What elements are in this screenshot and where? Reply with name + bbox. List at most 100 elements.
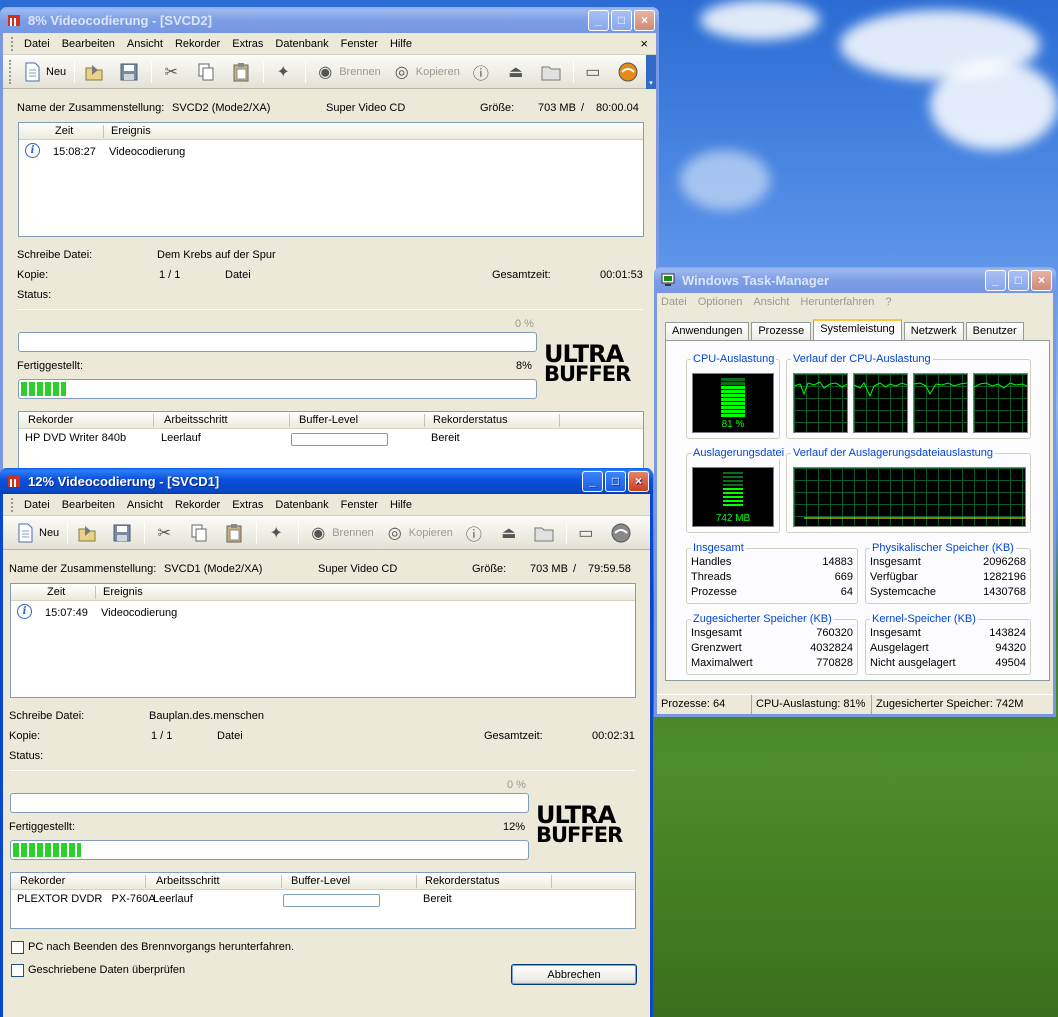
menu-bearbeiten[interactable]: Bearbeiten — [58, 499, 123, 511]
menu-bearbeiten[interactable]: Bearbeiten — [58, 38, 123, 50]
copy-disc-button[interactable]: ◎ Kopieren — [379, 519, 458, 547]
menu-extras[interactable]: Extras — [228, 499, 271, 511]
menu-datenbank[interactable]: Datenbank — [271, 499, 336, 511]
menu-datei[interactable]: Datei — [20, 38, 58, 50]
new-button[interactable]: Neu — [9, 519, 64, 547]
close-button[interactable]: × — [634, 9, 655, 31]
titlebar[interactable]: Windows Task-Manager _ □ × — [654, 267, 1056, 293]
cancel-button[interactable]: Abbrechen — [511, 964, 637, 985]
done-label: Fertiggestellt: — [17, 360, 84, 372]
column-header-time[interactable]: Zeit — [47, 586, 65, 598]
tab-benutzer[interactable]: Benutzer — [965, 322, 1024, 341]
cut-button[interactable]: ✂ — [155, 58, 190, 86]
burn-button[interactable]: ◉ Brennen — [309, 58, 386, 86]
recorder-button[interactable]: ▭ — [570, 519, 605, 547]
menu-rekorder[interactable]: Rekorder — [171, 499, 228, 511]
menu-datenbank[interactable]: Datenbank — [271, 38, 336, 50]
toolbar-overflow-chevron[interactable]: ▾ — [646, 55, 656, 89]
event-log-list[interactable]: Zeit Ereignis i 15:08:27 Videocodierung — [18, 122, 644, 237]
cpu-history-graph — [793, 373, 848, 433]
paste-button[interactable] — [225, 58, 260, 86]
tab-netzwerk[interactable]: Netzwerk — [903, 322, 964, 341]
event-log-list[interactable]: Zeit Ereignis i 15:07:49 Videocodierung — [10, 583, 636, 698]
minimize-button[interactable]: _ — [985, 269, 1006, 291]
info-button[interactable]: ⓘ — [465, 58, 500, 86]
menu-ansicht[interactable]: Ansicht — [753, 296, 789, 308]
mdi-close-icon[interactable]: × — [640, 36, 648, 51]
menubar-grip[interactable] — [11, 497, 14, 512]
tab-anwendungen[interactable]: Anwendungen — [665, 322, 750, 341]
menu-extras[interactable]: Extras — [228, 38, 271, 50]
menu-fenster[interactable]: Fenster — [337, 38, 386, 50]
column-header-recorder-status[interactable]: Rekorderstatus — [425, 875, 500, 887]
stat-label: Handles — [691, 556, 732, 568]
maximize-button[interactable]: □ — [605, 470, 626, 492]
info-button[interactable]: ⓘ — [458, 519, 493, 547]
menu-hilfe[interactable]: Hilfe — [386, 499, 420, 511]
titlebar[interactable]: 8% Videocodierung - [SVCD2] _ □ × — [0, 7, 659, 33]
menu-fenster[interactable]: Fenster — [337, 499, 386, 511]
open-folder-button[interactable] — [535, 58, 570, 86]
wizard-button[interactable]: ✦ — [267, 58, 302, 86]
column-header-recorder[interactable]: Rekorder — [20, 875, 65, 887]
column-header-step[interactable]: Arbeitsschritt — [164, 414, 228, 426]
column-header-time[interactable]: Zeit — [55, 125, 73, 137]
window-title: Windows Task-Manager — [682, 272, 829, 288]
burn-button[interactable]: ◉ Brennen — [302, 519, 379, 547]
maximize-button[interactable]: □ — [611, 9, 632, 31]
copy-disc-button[interactable]: ◎ Kopieren — [386, 58, 465, 86]
open-button[interactable] — [78, 58, 113, 86]
titlebar[interactable]: 12% Videocodierung - [SVCD1] _ □ × — [0, 468, 653, 494]
copy-button[interactable] — [190, 58, 225, 86]
eject-button[interactable]: ⏏ — [500, 58, 535, 86]
nero-button[interactable] — [612, 58, 647, 86]
menu-help[interactable]: ? — [885, 296, 891, 308]
menubar-grip[interactable] — [11, 36, 14, 51]
column-header-recorder-status[interactable]: Rekorderstatus — [433, 414, 508, 426]
log-row[interactable]: i — [17, 604, 32, 619]
log-row[interactable]: i — [25, 143, 40, 158]
menu-ansicht[interactable]: Ansicht — [123, 499, 171, 511]
shutdown-checkbox-label[interactable]: PC nach Beenden des Brennvorgangs herunt… — [28, 941, 294, 953]
eject-button[interactable]: ⏏ — [493, 519, 528, 547]
tab-systemleistung[interactable]: Systemleistung — [813, 319, 902, 341]
copy-button[interactable] — [183, 519, 218, 547]
maximize-button[interactable]: □ — [1008, 269, 1029, 291]
save-button[interactable] — [113, 58, 148, 86]
column-header-buffer[interactable]: Buffer-Level — [291, 875, 350, 887]
menu-herunterfahren[interactable]: Herunterfahren — [800, 296, 874, 308]
paste-button[interactable] — [218, 519, 253, 547]
recorder-button[interactable]: ▭ — [577, 58, 612, 86]
open-button[interactable] — [71, 519, 106, 547]
nero-button[interactable] — [605, 519, 640, 547]
new-button[interactable]: Neu — [16, 58, 71, 86]
minimize-button[interactable]: _ — [588, 9, 609, 31]
close-button[interactable]: × — [628, 470, 649, 492]
column-header-event[interactable]: Ereignis — [111, 125, 151, 137]
column-header-buffer[interactable]: Buffer-Level — [299, 414, 358, 426]
open-folder-button[interactable] — [528, 519, 563, 547]
column-header-step[interactable]: Arbeitsschritt — [156, 875, 220, 887]
wizard-button[interactable]: ✦ — [260, 519, 295, 547]
menu-hilfe[interactable]: Hilfe — [386, 38, 420, 50]
shutdown-checkbox[interactable] — [11, 941, 24, 954]
recorder-list[interactable]: Rekorder Arbeitsschritt Buffer-Level Rek… — [18, 411, 644, 474]
column-header-recorder[interactable]: Rekorder — [28, 414, 73, 426]
cut-button[interactable]: ✂ — [148, 519, 183, 547]
tab-prozesse[interactable]: Prozesse — [751, 322, 812, 341]
verify-checkbox-label[interactable]: Geschriebene Daten überprüfen — [28, 964, 185, 976]
column-header-event[interactable]: Ereignis — [103, 586, 143, 598]
verify-checkbox[interactable] — [11, 964, 24, 977]
cpu-usage-group: CPU-Auslastung 81 % — [686, 353, 780, 439]
menu-optionen[interactable]: Optionen — [698, 296, 743, 308]
menu-datei[interactable]: Datei — [661, 296, 687, 308]
minimize-button[interactable]: _ — [582, 470, 603, 492]
toolbar-grip[interactable] — [9, 59, 12, 84]
menu-ansicht[interactable]: Ansicht — [123, 38, 171, 50]
recorder-list[interactable]: Rekorder Arbeitsschritt Buffer-Level Rek… — [10, 872, 636, 929]
file-progress-text: 0 % — [507, 779, 526, 791]
save-button[interactable] — [106, 519, 141, 547]
menu-rekorder[interactable]: Rekorder — [171, 38, 228, 50]
close-button[interactable]: × — [1031, 269, 1052, 291]
menu-datei[interactable]: Datei — [20, 499, 58, 511]
